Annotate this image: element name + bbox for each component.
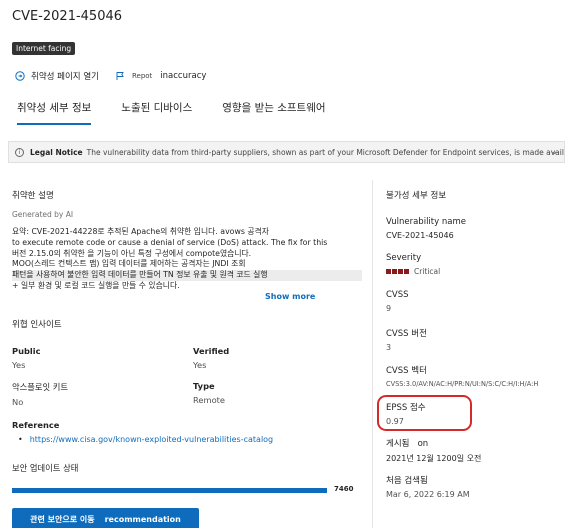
info-icon: i [15, 147, 24, 157]
severity-square [404, 269, 409, 274]
verified-field: Verified Yes [193, 346, 229, 370]
exploit-kit-value: No [12, 397, 24, 407]
cvss-vector-label: CVSS 벡터 [386, 366, 427, 376]
verified-value: Yes [193, 360, 207, 370]
report-inaccuracy-button[interactable]: Repot inaccuracy [115, 71, 206, 81]
legal-notice-text: The vulnerability data from third-party … [86, 147, 565, 157]
cvss-value: 9 [386, 304, 392, 313]
legal-notice-banner: i Legal Notice The vulnerability data fr… [8, 141, 565, 163]
open-vulnerability-page-label: 취약성 페이지 열기 [31, 72, 99, 82]
tab-vulnerability-details[interactable]: 취약성 세부 정보 [17, 100, 92, 125]
report-inaccuracy-label: inaccuracy [160, 71, 207, 81]
cvss-label: CVSS [386, 290, 409, 300]
description-panel: 취약한 설명 Generated by AI 요약: CVE-2021-4422… [12, 189, 362, 493]
cvss-vector-value: CVSS:3.0/AV:N/AC:H/PR:N/UI:N/S:C/C:H/I:H… [386, 380, 539, 388]
report-small-label: Repot [131, 72, 153, 80]
summary-line: 요약: CVE-2021-44228로 추적된 Apache의 취약한 입니다.… [12, 227, 269, 236]
exploit-kit-label: 악스플로잇 키트 [12, 382, 69, 392]
first-detected-value: Mar 6, 2022 6:19 AM [386, 490, 470, 499]
description-heading: 취약한 설명 [12, 191, 54, 201]
cvss-vector-field: CVSS 벡터 CVSS:3.0/AV:N/AC:H/PR:N/UI:N/S:C… [386, 364, 538, 388]
type-field: Type Remote [193, 381, 225, 405]
severity-square [398, 269, 403, 274]
summary-line: 버전 2.15.0의 취약한 을 기능이 아닌 특정 구성에서 compote였… [12, 248, 252, 258]
severity-value: Critical [414, 267, 441, 276]
summary-text: 요약: CVE-2021-44228로 추적된 Apache의 취약한 입니다.… [12, 227, 362, 292]
published-label: 게시됨 [386, 439, 410, 449]
page-title: CVE-2021-45046 [12, 9, 123, 24]
severity-square [392, 269, 397, 274]
public-label: Public [12, 346, 41, 356]
first-detected-label: 처음 검색됨 [386, 476, 428, 486]
reference-link[interactable]: https://www.cisa.gov/known-exploited-vul… [30, 435, 273, 444]
published-label-row: 게시됨 on [386, 437, 481, 449]
summary-line: to execute remote code or cause a denial… [12, 237, 328, 247]
threat-insights-heading: 위협 인사이트 [12, 320, 62, 330]
open-vulnerability-page-button[interactable]: 취약성 페이지 열기 [15, 70, 99, 82]
chevron-down-icon[interactable]: ⌄ [550, 147, 558, 157]
summary-line: + 일부 환경 및 로컬 코드 실행을 만들 수 있습니다. [12, 280, 180, 290]
details-heading: 불가성 세부 정보 [386, 189, 446, 201]
recommendation-button-korean-label: 관련 보안으로 이동 [30, 514, 95, 524]
details-heading-text: 불가성 세부 정보 [386, 191, 447, 201]
reference-label: Reference [12, 420, 60, 430]
vulnerability-name-label: Vulnerability name [386, 217, 466, 227]
vulnerability-name-field: Vulnerability name CVE-2021-45046 [386, 217, 466, 240]
severity-indicator: Critical [386, 267, 440, 276]
report-flag-icon [116, 72, 124, 80]
vulnerability-name-value: CVE-2021-45046 [386, 231, 454, 240]
generated-by-ai-label: Generated by AI [12, 210, 74, 219]
tab-bar: 취약성 세부 정보 노출된 디바이스 영향을 받는 소프트웨어 [17, 100, 565, 125]
epss-score-value: 0.97 [386, 417, 404, 426]
summary-line: MOO(스레드 컨텍스트 맵) 입력 데이터를 제어하는 공격자는 JNDI 조… [12, 259, 246, 269]
update-progress-fill [12, 488, 327, 493]
published-field: 게시됨 on 2021년 12월 1200일 오전 [386, 437, 481, 464]
epss-score-field: EPSS 점수 0.97 [386, 401, 426, 426]
tab-exposed-devices[interactable]: 노출된 디바이스 [121, 100, 192, 125]
type-value: Remote [193, 395, 226, 405]
go-to-recommendation-button[interactable]: 관련 보안으로 이동 recommendation [12, 508, 199, 528]
legal-notice-label: Legal Notice [30, 147, 83, 157]
action-bar: 취약성 페이지 열기 Repot inaccuracy [15, 70, 222, 82]
published-on: on [417, 439, 429, 449]
show-more-link[interactable]: Show more [265, 292, 315, 301]
first-detected-field: 처음 검색됨 Mar 6, 2022 6:19 AM [386, 474, 470, 499]
bullet: • [18, 435, 23, 444]
internet-facing-badge: Internet facing [12, 42, 76, 55]
recommendation-button-label: recommendation [104, 514, 181, 524]
type-label: Type [193, 381, 215, 391]
update-progress-bar [12, 488, 327, 493]
tab-affected-software[interactable]: 영향을 받는 소프트웨어 [222, 100, 325, 125]
cvss-version-field: CVSS 버전 3 [386, 327, 427, 352]
exploit-kit-field: 악스플로잇 키트 No [12, 381, 68, 407]
severity-label: Severity [386, 253, 422, 263]
cvss-field: CVSS 9 [386, 290, 409, 313]
summary-line: 패턴을 사용하여 불안한 입력 데이터를 만들어 TN 정보 유출 및 원격 코… [12, 270, 362, 281]
cvss-version-value: 3 [386, 343, 392, 352]
verified-label: Verified [193, 346, 230, 356]
update-progress-value: 7460 [334, 485, 354, 493]
epss-score-label: EPSS 점수 [386, 403, 426, 413]
severity-field: Severity Critical [386, 253, 440, 276]
security-update-status-heading: 보안 업데이트 상태 [12, 463, 79, 473]
public-value: Yes [12, 360, 26, 370]
reference-list-item: • https://www.cisa.gov/known-exploited-vu… [18, 435, 273, 444]
published-value: 2021년 12월 1200일 오전 [386, 454, 482, 463]
public-field: Public Yes [12, 346, 41, 370]
column-divider [372, 180, 373, 528]
severity-square [386, 269, 391, 274]
open-link-icon [15, 71, 25, 81]
cvss-version-label: CVSS 버전 [386, 329, 427, 339]
